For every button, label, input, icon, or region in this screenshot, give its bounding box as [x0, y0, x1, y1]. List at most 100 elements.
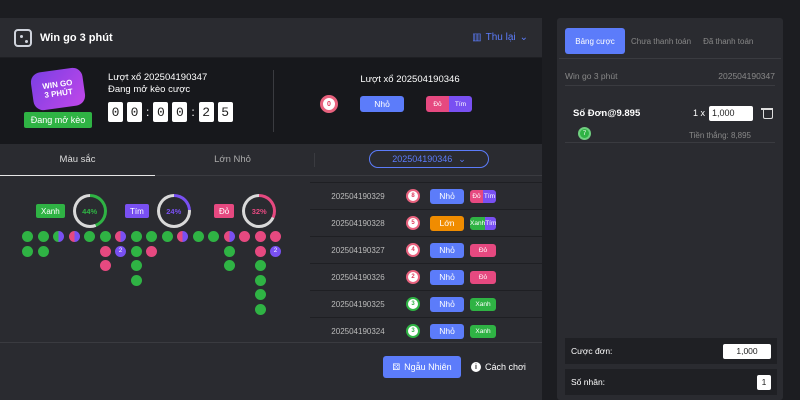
table-row: 202504190325 3 Nhỏ Xanh — [310, 290, 542, 317]
bars-icon: ▥ — [472, 32, 482, 43]
bet-line: Số Đơn@9.895 1 x 1,000 — [573, 104, 773, 122]
result-dot — [37, 245, 49, 257]
timer-digit: 0 — [108, 102, 123, 122]
tab-color[interactable]: Màu sắc — [0, 144, 155, 176]
previous-draw-label: Lượt xổ 202504190346 — [360, 74, 460, 85]
tab-paid[interactable]: Đã thanh toán — [697, 28, 759, 54]
result-dot — [254, 231, 266, 242]
color-stats: Xanh 44% Tím 24% Đỏ 32% 2 2 — [0, 176, 310, 342]
single-bet-input[interactable]: 1,000 — [723, 343, 771, 359]
result-dot — [68, 231, 80, 242]
result-dot — [99, 260, 111, 271]
stat-ring: 44% — [72, 194, 107, 228]
game-logo: WIN GO 3 PHÚT Đang mở kèo — [24, 66, 92, 128]
table-row: 202504190327 4 Nhỏ Đỏ — [310, 236, 542, 263]
result-dot — [254, 274, 266, 286]
history-period: 202504190328 — [331, 218, 385, 228]
retry-label: Thu lại — [485, 32, 516, 43]
result-dot — [192, 231, 204, 242]
result-dot — [84, 231, 95, 242]
stat-ring: 32% — [242, 194, 277, 228]
period-select[interactable]: 202504190346 ⌄ — [369, 150, 489, 168]
chevron-down-icon: ⌄ — [519, 32, 528, 43]
divider — [273, 70, 274, 132]
multiplier-field: Số nhân: 1 — [565, 369, 777, 395]
result-ball: 3 — [406, 324, 420, 338]
result-ball: 3 — [406, 297, 420, 311]
history-period: 202504190324 — [331, 326, 385, 336]
size-result-badge: Nhỏ — [360, 96, 404, 112]
slip-tabs: Bảng cược Chưa thanh toán Đã thanh toán — [559, 24, 781, 59]
color-result-badge: Đỏ Tím — [426, 96, 472, 112]
table-row: 202504190324 3 Nhỏ Xanh — [310, 317, 542, 342]
info-icon: i — [471, 362, 481, 372]
stat-label: Xanh — [36, 204, 65, 218]
color-result-badge: Xanh — [470, 297, 496, 311]
how-to-play-link[interactable]: i Cách chơi — [471, 362, 526, 372]
countdown-timer: 0 0 : 0 0 : 2 5 — [108, 102, 233, 122]
result-ball: 4 — [406, 243, 420, 257]
game-title: Win go 3 phút — [40, 31, 113, 44]
result-dot — [254, 303, 266, 315]
stats-tabs: Màu sắc Lớn Nhỏ 202504190346 ⌄ — [0, 144, 542, 176]
win-amount: Tiền thắng: 8,895 — [689, 131, 751, 140]
result-ball: 5 — [406, 216, 420, 230]
random-button[interactable]: ⚄ Ngẫu Nhiên — [383, 356, 461, 378]
logo-badge: WIN GO 3 PHÚT — [29, 66, 87, 112]
color-result-badge: Đỏ Tím — [470, 189, 496, 203]
result-dot — [270, 231, 281, 242]
stat-red: Đỏ 32% — [214, 194, 277, 228]
stat-purple: Tím 24% — [125, 194, 191, 228]
slip-period: 202504190347 — [718, 70, 775, 81]
bet-qty: 1 x — [692, 108, 705, 118]
result-dot — [130, 260, 142, 271]
history-period: 202504190329 — [331, 191, 385, 201]
timer-digit: 2 — [198, 102, 214, 122]
result-ball: 0 — [320, 95, 338, 113]
size-result-badge: Nhỏ — [430, 269, 464, 285]
result-dot — [146, 245, 157, 257]
result-dot — [99, 245, 111, 257]
stat-green: Xanh 44% — [36, 194, 107, 228]
game-header: Win go 3 phút ▥ Thu lại ⌄ — [0, 18, 542, 58]
slip-game: Win go 3 phút — [565, 70, 618, 81]
slip-header: Win go 3 phút 202504190347 — [565, 66, 775, 86]
result-dot — [146, 231, 157, 242]
size-result-badge: Nhỏ — [430, 296, 464, 312]
single-bet-field: Cược đơn: 1,000 — [565, 338, 777, 364]
result-dot — [223, 245, 235, 257]
size-result-badge: Lớn — [430, 215, 464, 231]
retry-button[interactable]: ▥ Thu lại ⌄ — [472, 32, 528, 43]
size-result-badge: Nhỏ — [430, 323, 464, 339]
tab-unpaid[interactable]: Chưa thanh toán — [625, 28, 697, 54]
tab-bet-slip[interactable]: Bảng cược — [565, 28, 625, 54]
result-dot — [99, 231, 111, 242]
result-dot: 2 — [115, 245, 126, 257]
result-dot — [208, 231, 219, 242]
draw-info-bar: WIN GO 3 PHÚT Đang mở kèo Lượt xổ 2025041… — [0, 58, 542, 144]
result-dot — [223, 260, 235, 271]
result-dot — [53, 231, 64, 242]
result-dot — [239, 231, 250, 242]
result-dot — [254, 289, 266, 300]
stat-label: Đỏ — [214, 204, 235, 218]
chevron-down-icon: ⌄ — [458, 153, 466, 164]
bet-slip: Bảng cược Chưa thanh toán Đã thanh toán … — [557, 18, 783, 400]
timer-digit: 0 — [172, 102, 188, 122]
size-result-badge: Nhỏ — [430, 188, 464, 204]
multiplier-input[interactable]: 1 — [757, 374, 771, 390]
bet-amount-input[interactable]: 1,000 — [709, 105, 753, 121]
size-result-badge: Nhỏ — [430, 242, 464, 258]
table-row: 202504190329 8 Nhỏ Đỏ Tím — [310, 182, 542, 209]
color-result-badge: Xanh Tím — [470, 216, 496, 230]
result-dot — [254, 260, 266, 271]
tab-size[interactable]: Lớn Nhỏ — [155, 144, 310, 176]
result-dot — [115, 231, 126, 242]
history-period: 202504190326 — [331, 272, 385, 282]
result-dot — [223, 231, 235, 242]
timer-digit: 0 — [127, 102, 142, 122]
color-result-badge: Đỏ — [470, 270, 496, 284]
open-status-badge: Đang mở kèo — [24, 112, 92, 128]
current-draw: Lượt xổ 202504190347 Đang mở kèo cược 0 … — [108, 72, 233, 122]
trash-icon[interactable] — [761, 107, 773, 119]
